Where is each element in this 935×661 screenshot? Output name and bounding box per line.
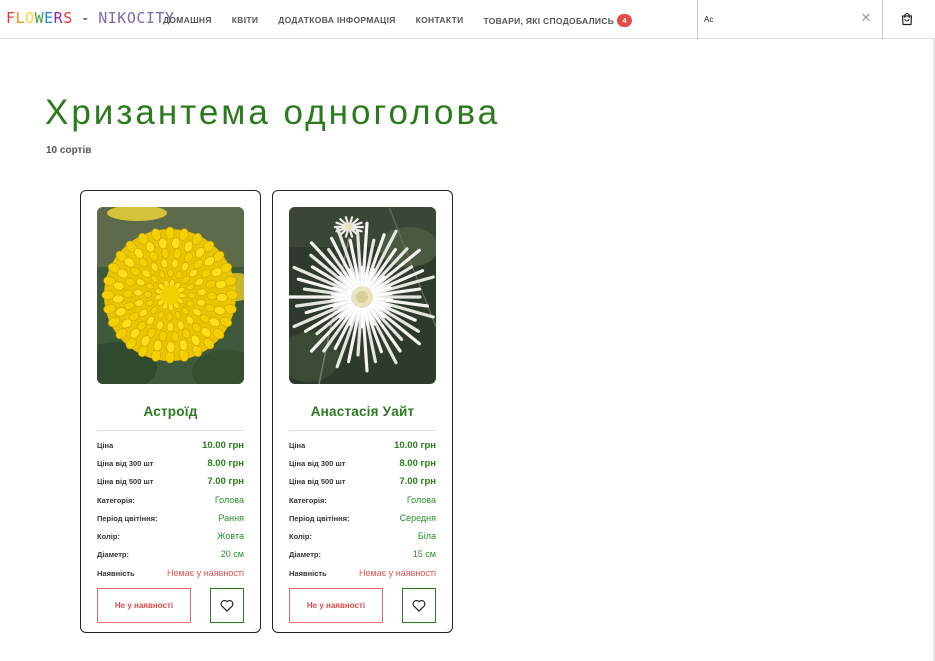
card-divider (97, 430, 244, 431)
spec-label: Колір: (97, 532, 120, 541)
nav-additional-info[interactable]: ДОДАТКОВА ІНФОРМАЦІЯ (278, 15, 395, 27)
spec-value: Голова (214, 495, 244, 505)
logo-text-flowers: FLOWERS (6, 9, 73, 27)
product-card: Анастасія Уайт Ціна 10.00 грн Ціна від 30… (272, 190, 453, 633)
add-to-favorites-button[interactable] (402, 588, 436, 623)
spec-value: 20 см (220, 549, 244, 559)
spec-label: Колір: (289, 532, 312, 541)
heart-icon (412, 600, 426, 612)
logo-letter: F (6, 9, 16, 27)
spec-value: Рання (218, 513, 244, 523)
spec-label: Ціна від 500 шт (97, 477, 154, 486)
product-name[interactable]: Анастасія Уайт (273, 404, 452, 419)
site-logo[interactable]: FLOWERS - NIKOCITY (6, 9, 175, 27)
spec-value: Немає у наявності (166, 568, 244, 578)
spec-value: 8.00 грн (399, 458, 436, 469)
spec-row-availability: Наявність Немає у наявності (97, 568, 244, 582)
product-image-yellow-chrysanthemum[interactable] (97, 207, 244, 384)
favorites-count-badge: 4 (617, 14, 633, 27)
spec-label: Ціна від 300 шт (97, 459, 154, 468)
spec-row-price-300: Ціна від 300 шт 8.00 грн (97, 458, 244, 472)
spec-label: Діаметр: (97, 550, 129, 559)
logo-separator: - (80, 9, 91, 27)
heart-icon (220, 600, 234, 612)
spec-row-price-500: Ціна від 500 шт 7.00 грн (97, 476, 244, 490)
spec-row-price-500: Ціна від 500 шт 7.00 грн (289, 476, 436, 490)
product-card: Астроїд Ціна 10.00 грн Ціна від 300 шт 8.0… (80, 190, 261, 633)
spec-row-diameter: Діаметр: 15 см (289, 549, 436, 563)
spec-row-bloom-period: Період цвітіння: Середня (289, 513, 436, 527)
spec-row-category: Категорія: Голова (97, 495, 244, 509)
spec-value: 8.00 грн (207, 458, 244, 469)
spec-label: Наявність (289, 569, 327, 578)
card-divider (289, 430, 436, 431)
close-icon[interactable]: ✕ (860, 11, 872, 24)
logo-letter: R (53, 9, 64, 27)
spec-label: Ціна від 300 шт (289, 459, 346, 468)
spec-row-price-300: Ціна від 300 шт 8.00 грн (289, 458, 436, 472)
spec-label: Категорія: (289, 496, 327, 505)
spec-label: Ціна (289, 441, 306, 450)
product-name[interactable]: Астроїд (81, 404, 260, 419)
spec-row-color: Колір: Жовта (97, 531, 244, 545)
spec-row-category: Категорія: Голова (289, 495, 436, 509)
nav-favorites[interactable]: ТОВАРИ, ЯКІ СПОДОБАЛИСЬ 4 (483, 14, 633, 27)
spec-value: 7.00 грн (207, 476, 244, 487)
logo-letter: L (15, 9, 26, 27)
spec-value: 15 см (412, 549, 436, 559)
spec-value: Немає у наявності (358, 568, 436, 578)
main-nav: ДОМАШНЯ КВІТИ ДОДАТКОВА ІНФОРМАЦІЯ КОНТА… (163, 14, 652, 27)
spec-value: 10.00 грн (202, 440, 244, 451)
logo-letter: O (25, 9, 35, 27)
page-title: Хризантема одноголова (45, 93, 501, 132)
spec-value: Жовта (217, 531, 244, 541)
spec-label: Ціна від 500 шт (289, 477, 346, 486)
spec-label: Діаметр: (289, 550, 321, 559)
spec-label: Період цвітіння: (97, 514, 158, 523)
logo-letter: W (34, 9, 45, 27)
spec-value: Біла (417, 531, 436, 541)
spec-label: Період цвітіння: (289, 514, 350, 523)
spec-row-color: Колір: Біла (289, 531, 436, 545)
spec-row-bloom-period: Період цвітіння: Рання (97, 513, 244, 527)
spec-label: Категорія: (97, 496, 135, 505)
top-navbar: FLOWERS - NIKOCITY ДОМАШНЯ КВІТИ ДОДАТКОВА… (0, 0, 935, 39)
spec-value: 10.00 грн (394, 440, 436, 451)
nav-favorites-label: ТОВАРИ, ЯКІ СПОДОБАЛИСЬ (483, 16, 615, 26)
spec-label: Ціна (97, 441, 114, 450)
nav-flowers[interactable]: КВІТИ (232, 15, 259, 27)
out-of-stock-button[interactable]: Не у наявності (289, 588, 383, 623)
search-input[interactable] (704, 12, 854, 27)
shopping-bag-icon[interactable] (900, 12, 914, 26)
spec-row-price: Ціна 10.00 грн (97, 440, 244, 454)
nav-home[interactable]: ДОМАШНЯ (163, 15, 212, 27)
spec-row-diameter: Діаметр: 20 см (97, 549, 244, 563)
spec-row-price: Ціна 10.00 грн (289, 440, 436, 454)
nav-contacts[interactable]: КОНТАКТИ (416, 15, 464, 27)
out-of-stock-button[interactable]: Не у наявності (97, 588, 191, 623)
variety-count: 10 сортів (46, 145, 92, 156)
spec-value: Середня (399, 513, 436, 523)
spec-row-availability: Наявність Немає у наявності (289, 568, 436, 582)
logo-letter: E (44, 9, 54, 27)
spec-label: Наявність (97, 569, 135, 578)
spec-value: 7.00 грн (399, 476, 436, 487)
spec-value: Голова (406, 495, 436, 505)
product-image-white-chrysanthemum[interactable] (289, 207, 436, 384)
logo-letter: S (63, 9, 73, 27)
add-to-favorites-button[interactable] (210, 588, 244, 623)
search-box: ✕ (697, 0, 883, 39)
